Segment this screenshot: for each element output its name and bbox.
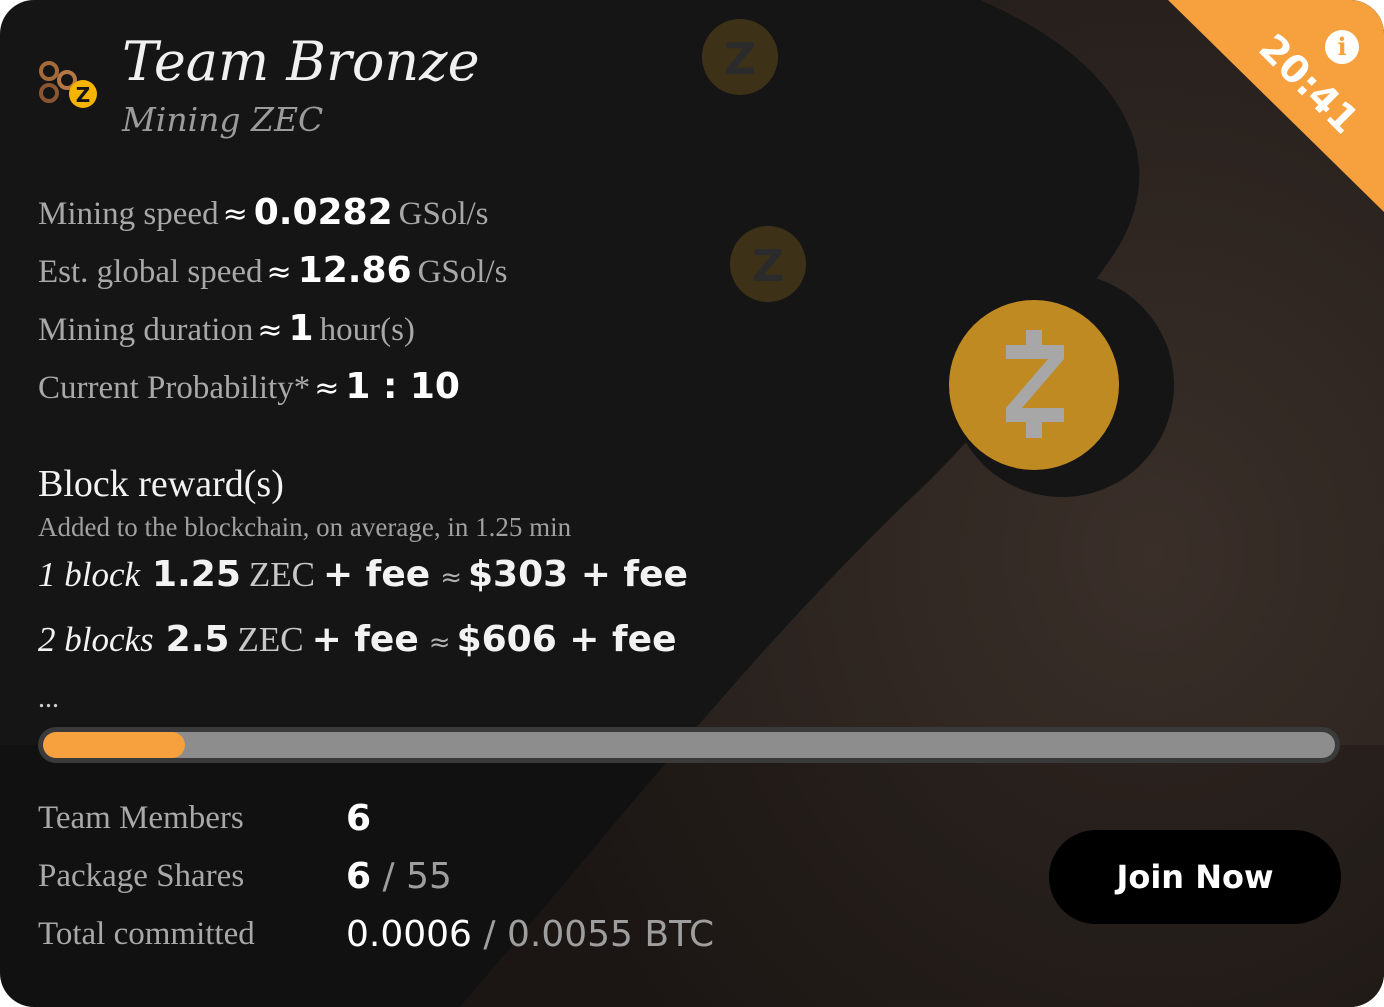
reward-fee: + fee [311,619,419,660]
total-committed-label: Total committed [38,916,255,952]
stat-value: 0.0282 [253,192,393,233]
shares-separator: / [371,856,407,897]
stat-global-speed: Est. global speed ≈12.86 GSol/s [38,250,507,291]
team-card: Z Z 20:41 i Z Team Bronze Mining ZEC Min… [0,0,1384,1007]
stat-label: Est. global speed [38,254,263,290]
stat-probability: Current Probability* ≈1 : 10 [38,366,460,407]
team-members-value: 6 [346,798,371,839]
info-icon[interactable]: i [1325,30,1359,64]
shares-progress-bar [38,727,1340,763]
reward-usd: $606 + fee [456,619,677,660]
reward-row: 2 blocks 2.5 ZEC + fee ≈ $606 + fee [38,619,676,660]
svg-text:Z: Z [752,241,784,292]
shares-count: 6 [346,856,372,897]
block-reward-subheading: Added to the blockchain, on average, in … [38,512,572,542]
svg-text:Z: Z [724,34,756,85]
total-committed-value: 0.0006 / 0.0055 BTC [346,914,714,955]
block-reward-heading: Block reward(s) [38,463,284,505]
team-subtitle: Mining ZEC [122,100,324,139]
approx-sign: ≈ [428,628,451,658]
reward-amount: 1.25 [152,554,241,595]
reward-currency: ZEC [237,620,304,659]
approx-sign: ≈ [266,255,292,290]
stat-value: 12.86 [297,250,412,291]
committed-amount: 0.0006 [346,914,472,955]
reward-amount: 2.5 [165,619,230,660]
reward-fee: + fee [322,554,431,595]
members-count: 6 [346,798,372,839]
stat-mining-duration: Mining duration ≈1 hour(s) [38,308,415,349]
stat-unit: GSol/s [417,254,508,290]
join-now-button[interactable]: Join Now [1049,830,1341,924]
stat-label: Current Probability* [38,370,311,406]
committed-total: 0.0055 BTC [506,914,715,955]
reward-label: 2 blocks [38,620,154,659]
stat-label: Mining speed [38,196,219,232]
approx-sign: ≈ [222,197,248,232]
team-members-label: Team Members [38,800,244,836]
approx-sign: ≈ [314,371,340,406]
reward-usd: $303 + fee [467,554,688,595]
package-shares-label: Package Shares [38,858,245,894]
progress-track [43,732,1335,758]
svg-text:Z: Z [76,83,91,107]
shares-total: 55 [406,856,452,897]
stat-label: Mining duration [38,312,254,348]
stat-value: 1 : 10 [345,366,460,407]
stat-unit: hour(s) [319,312,415,348]
reward-label: 1 block [38,555,141,594]
bronze-team-zec-icon: Z [39,61,97,108]
more-rewards-ellipsis: ... [38,683,59,714]
reward-row: 1 block 1.25 ZEC + fee ≈ $303 + fee [38,554,688,595]
approx-sign: ≈ [440,563,462,593]
stat-value: 1 [288,308,314,349]
progress-fill [43,732,186,758]
committed-separator: / [471,914,507,955]
team-title: Team Bronze [122,30,480,93]
stat-unit: GSol/s [398,196,489,232]
stat-mining-speed: Mining speed ≈0.0282 GSol/s [38,192,489,233]
package-shares-value: 6 / 55 [346,856,452,897]
reward-currency: ZEC [248,555,315,594]
approx-sign: ≈ [257,313,283,348]
